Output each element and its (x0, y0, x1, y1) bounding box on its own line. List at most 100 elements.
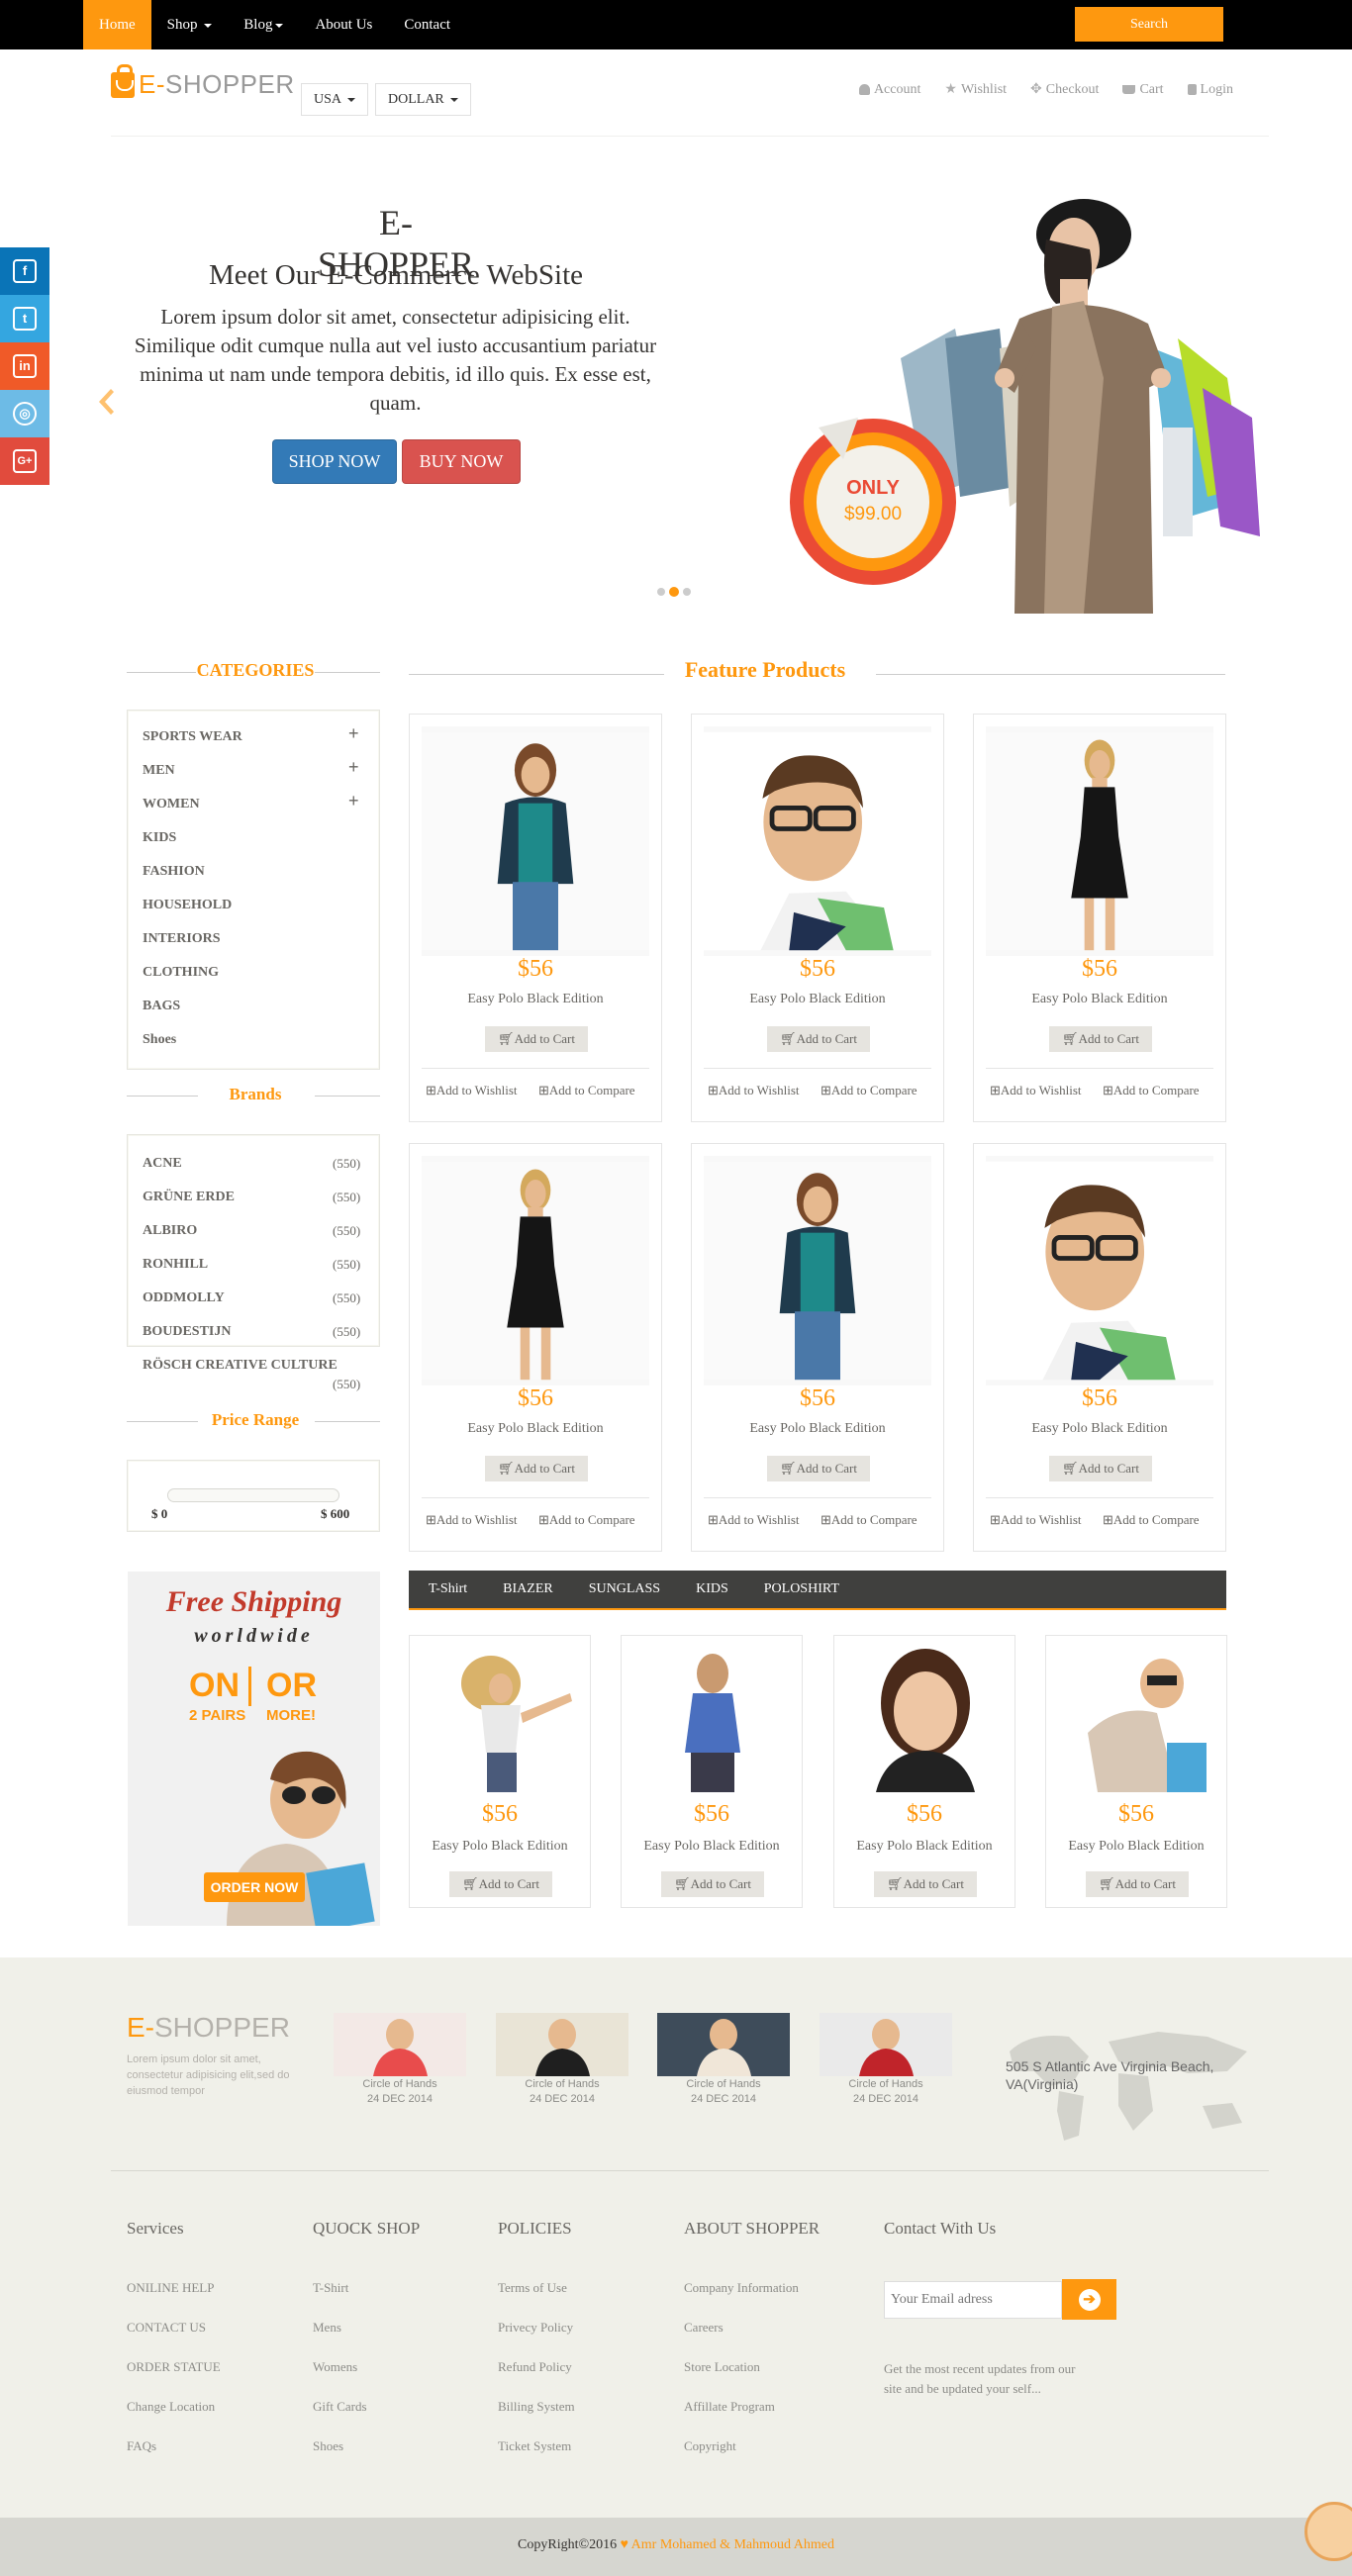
product-image[interactable] (986, 726, 1213, 956)
category-item[interactable]: WOMEN (143, 797, 200, 812)
add-to-cart-button[interactable]: 🛒︎Add to Cart (767, 1026, 870, 1052)
footer-link[interactable]: ONILINE HELP (127, 2280, 214, 2296)
tab-sunglass[interactable]: SUNGLASS (571, 1571, 678, 1608)
tab-tshirt[interactable]: T-Shirt (411, 1571, 485, 1608)
buy-now-button[interactable]: BUY NOW (402, 439, 521, 484)
add-to-cart-button[interactable]: 🛒︎Add to Cart (661, 1871, 764, 1897)
shop-now-button[interactable]: SHOP NOW (272, 439, 397, 484)
add-to-compare-link[interactable]: ⊞Add to Compare (538, 1083, 635, 1098)
footer-link[interactable]: ORDER STATUE (127, 2359, 221, 2375)
nav-contact[interactable]: Contact (388, 0, 466, 49)
add-to-cart-button[interactable]: 🛒︎Add to Cart (1049, 1026, 1152, 1052)
category-item[interactable]: INTERIORS (143, 931, 221, 947)
category-item[interactable]: SPORTS WEAR (143, 729, 242, 745)
add-to-wishlist-link[interactable]: ⊞Add to Wishlist (708, 1083, 800, 1098)
add-to-wishlist-link[interactable]: ⊞Add to Wishlist (708, 1512, 800, 1528)
brand-item[interactable]: RÖSCH CREATIVE CULTURE (143, 1358, 338, 1374)
plus-icon[interactable]: + (348, 723, 359, 744)
add-to-compare-link[interactable]: ⊞Add to Compare (538, 1512, 635, 1528)
footer-link[interactable]: Privecy Policy (498, 2320, 573, 2336)
add-to-compare-link[interactable]: ⊞Add to Compare (1103, 1512, 1200, 1528)
nav-home[interactable]: Home (83, 0, 151, 49)
product-image[interactable] (633, 1644, 792, 1792)
brand-item[interactable]: ALBIRO (143, 1223, 197, 1239)
free-shipping-ad[interactable]: Free Shipping worldwide ON OR 2 PAIRS MO… (128, 1572, 380, 1926)
brand-item[interactable]: RONHILL (143, 1257, 208, 1273)
add-to-compare-link[interactable]: ⊞Add to Compare (1103, 1083, 1200, 1098)
blog-thumbnail[interactable] (657, 2013, 790, 2076)
plus-icon[interactable]: + (348, 791, 359, 811)
plus-icon[interactable]: + (348, 757, 359, 778)
footer-link[interactable]: Gift Cards (313, 2399, 367, 2415)
add-to-cart-button[interactable]: 🛒︎Add to Cart (449, 1871, 552, 1897)
footer-link[interactable]: Change Location (127, 2399, 215, 2415)
tab-kids[interactable]: KIDS (678, 1571, 746, 1608)
footer-link[interactable]: Terms of Use (498, 2280, 567, 2296)
wishlist-link[interactable]: ★ Wishlist (944, 81, 1007, 98)
tab-biazer[interactable]: BIAZER (485, 1571, 571, 1608)
add-to-cart-button[interactable]: 🛒︎Add to Cart (1049, 1456, 1152, 1481)
category-item[interactable]: Shoes (143, 1032, 176, 1048)
footer-link[interactable]: FAQs (127, 2438, 156, 2454)
product-image[interactable] (704, 726, 931, 956)
slider-dot[interactable] (683, 588, 691, 596)
blog-thumbnail[interactable] (496, 2013, 628, 2076)
add-to-cart-button[interactable]: 🛒︎Add to Cart (485, 1026, 588, 1052)
google-plus-button[interactable]: G+ (0, 437, 49, 485)
product-image[interactable] (986, 1156, 1213, 1385)
dribbble-button[interactable]: ◎ (0, 390, 49, 437)
brand-item[interactable]: ACNE (143, 1156, 182, 1172)
slider-prev-arrow[interactable] (95, 387, 115, 417)
footer-link[interactable]: T-Shirt (313, 2280, 348, 2296)
category-item[interactable]: HOUSEHOLD (143, 898, 232, 913)
newsletter-submit-button[interactable]: ➔ (1062, 2279, 1116, 2320)
blog-thumbnail[interactable] (334, 2013, 466, 2076)
add-to-compare-link[interactable]: ⊞Add to Compare (821, 1512, 917, 1528)
country-dropdown[interactable]: USA (301, 83, 368, 116)
account-link[interactable]: Account (858, 81, 920, 98)
footer-link[interactable]: CONTACT US (127, 2320, 206, 2336)
slider-dot-active[interactable] (669, 587, 679, 597)
nav-shop[interactable]: Shop (151, 0, 229, 49)
category-item[interactable]: BAGS (143, 999, 180, 1014)
add-to-cart-button[interactable]: 🛒︎Add to Cart (874, 1871, 977, 1897)
add-to-compare-link[interactable]: ⊞Add to Compare (821, 1083, 917, 1098)
category-item[interactable]: KIDS (143, 830, 176, 846)
add-to-cart-button[interactable]: 🛒︎Add to Cart (485, 1456, 588, 1481)
footer-link[interactable]: Ticket System (498, 2438, 571, 2454)
add-to-wishlist-link[interactable]: ⊞Add to Wishlist (990, 1512, 1082, 1528)
add-to-cart-button[interactable]: 🛒︎Add to Cart (1086, 1871, 1189, 1897)
brand-item[interactable]: BOUDESTIJN (143, 1324, 231, 1340)
product-image[interactable] (1058, 1644, 1216, 1792)
newsletter-email-input[interactable] (884, 2281, 1062, 2319)
footer-link[interactable]: Billing System (498, 2399, 575, 2415)
facebook-button[interactable]: f (0, 247, 49, 295)
category-item[interactable]: CLOTHING (143, 965, 219, 981)
cart-link[interactable]: Cart (1122, 81, 1164, 98)
product-image[interactable] (846, 1644, 1005, 1792)
product-image[interactable] (704, 1156, 931, 1385)
footer-link[interactable]: Refund Policy (498, 2359, 572, 2375)
checkout-link[interactable]: ✥ Checkout (1030, 81, 1099, 98)
tab-poloshirt[interactable]: POLOSHIRT (746, 1571, 857, 1608)
brand-item[interactable]: GRÜNE ERDE (143, 1190, 235, 1205)
product-image[interactable] (422, 1156, 649, 1385)
slider-dot[interactable] (657, 588, 665, 596)
linkedin-button[interactable]: in (0, 342, 49, 390)
add-to-wishlist-link[interactable]: ⊞Add to Wishlist (990, 1083, 1082, 1098)
search-button[interactable]: Search (1075, 7, 1223, 42)
footer-link[interactable]: Affillate Program (684, 2399, 775, 2415)
product-image[interactable] (422, 726, 649, 956)
category-item[interactable]: FASHION (143, 864, 205, 880)
footer-link[interactable]: Mens (313, 2320, 341, 2336)
add-to-wishlist-link[interactable]: ⊞Add to Wishlist (426, 1512, 518, 1528)
add-to-cart-button[interactable]: 🛒︎Add to Cart (767, 1456, 870, 1481)
add-to-wishlist-link[interactable]: ⊞Add to Wishlist (426, 1083, 518, 1098)
brand-item[interactable]: ODDMOLLY (143, 1290, 225, 1306)
blog-thumbnail[interactable] (820, 2013, 952, 2076)
footer-link[interactable]: Company Information (684, 2280, 799, 2296)
footer-link[interactable]: Womens (313, 2359, 357, 2375)
twitter-button[interactable]: t (0, 295, 49, 342)
nav-about[interactable]: About Us (299, 0, 388, 49)
price-slider[interactable] (167, 1488, 339, 1502)
